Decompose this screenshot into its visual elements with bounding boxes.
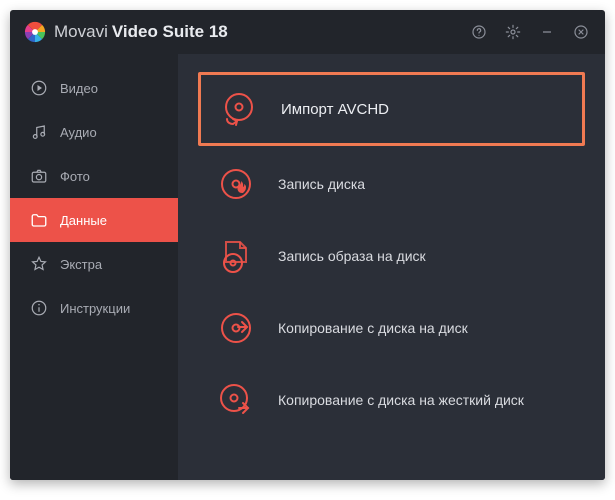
info-icon bbox=[30, 299, 48, 317]
close-icon[interactable] bbox=[571, 22, 591, 42]
music-note-icon bbox=[30, 123, 48, 141]
play-circle-icon bbox=[30, 79, 48, 97]
sidebar-item-extra[interactable]: Экстра bbox=[10, 242, 178, 286]
title-bar: Movavi Video Suite 18 bbox=[10, 10, 605, 54]
action-label: Копирование с диска на диск bbox=[278, 320, 468, 336]
action-burn-image[interactable]: Запись образа на диск bbox=[198, 222, 585, 290]
sidebar-item-label: Видео bbox=[60, 81, 98, 96]
action-copy-disc-to-disc[interactable]: Копирование с диска на диск bbox=[198, 294, 585, 362]
sidebar-item-label: Аудио bbox=[60, 125, 97, 140]
sidebar-item-label: Данные bbox=[60, 213, 107, 228]
sidebar-item-instructions[interactable]: Инструкции bbox=[10, 286, 178, 330]
disc-to-hdd-icon bbox=[216, 380, 256, 420]
disc-copy-icon bbox=[216, 308, 256, 348]
minimize-icon[interactable] bbox=[537, 22, 557, 42]
sidebar: Видео Аудио Фото Данные bbox=[10, 54, 178, 480]
app-title-light: Movavi bbox=[54, 22, 108, 42]
disc-image-icon bbox=[216, 236, 256, 276]
action-copy-disc-to-hdd[interactable]: Копирование с диска на жесткий диск bbox=[198, 366, 585, 434]
sidebar-item-video[interactable]: Видео bbox=[10, 66, 178, 110]
star-icon bbox=[30, 255, 48, 273]
body: Видео Аудио Фото Данные bbox=[10, 54, 605, 480]
sidebar-item-label: Инструкции bbox=[60, 301, 130, 316]
content-panel: Импорт AVCHD Запись диска bbox=[178, 54, 605, 480]
help-icon[interactable] bbox=[469, 22, 489, 42]
sidebar-item-label: Экстра bbox=[60, 257, 102, 272]
sidebar-item-audio[interactable]: Аудио bbox=[10, 110, 178, 154]
action-burn-disc[interactable]: Запись диска bbox=[198, 150, 585, 218]
sidebar-item-photo[interactable]: Фото bbox=[10, 154, 178, 198]
app-logo-icon bbox=[24, 21, 46, 43]
disc-import-icon bbox=[219, 89, 259, 129]
action-label: Запись диска bbox=[278, 176, 365, 192]
sidebar-item-label: Фото bbox=[60, 169, 90, 184]
app-window: Movavi Video Suite 18 Видео bbox=[10, 10, 605, 480]
settings-icon[interactable] bbox=[503, 22, 523, 42]
sidebar-item-data[interactable]: Данные bbox=[10, 198, 178, 242]
action-label: Копирование с диска на жесткий диск bbox=[278, 392, 524, 408]
action-label: Импорт AVCHD bbox=[281, 101, 389, 118]
app-title-bold: Video Suite 18 bbox=[112, 22, 228, 42]
action-import-avchd[interactable]: Импорт AVCHD bbox=[198, 72, 585, 146]
disc-burn-icon bbox=[216, 164, 256, 204]
camera-icon bbox=[30, 167, 48, 185]
folder-icon bbox=[30, 211, 48, 229]
action-label: Запись образа на диск bbox=[278, 248, 426, 264]
